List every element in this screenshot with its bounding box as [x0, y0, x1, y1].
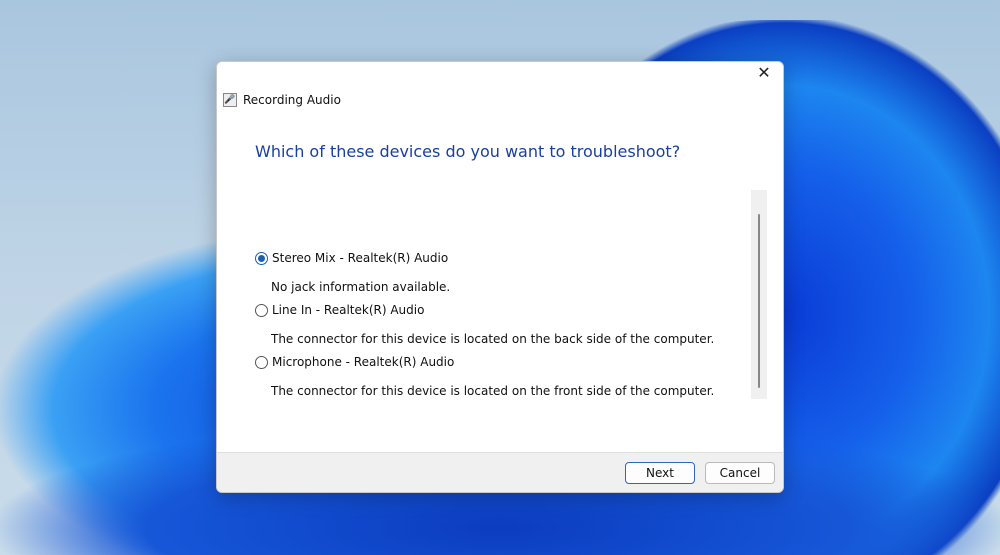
scrollbar[interactable] — [751, 190, 767, 399]
dialog-title: 🎤 Recording Audio — [223, 93, 341, 107]
dialog-title-text: Recording Audio — [243, 93, 341, 107]
option-description: No jack information available. — [271, 280, 451, 294]
option-description: The connector for this device is located… — [271, 332, 715, 346]
radio-button[interactable] — [255, 303, 268, 317]
close-button[interactable]: ✕ — [753, 64, 775, 82]
option-label: Stereo Mix - Realtek(R) Audio — [272, 251, 449, 265]
option-description: The connector for this device is located… — [271, 384, 715, 398]
troubleshooter-dialog: ✕ 🎤 Recording Audio Which of these devic… — [216, 61, 784, 493]
next-button[interactable]: Next — [625, 462, 695, 484]
microphone-icon: 🎤 — [223, 93, 237, 107]
option-microphone[interactable]: Microphone - Realtek(R) Audio — [255, 355, 454, 369]
close-icon: ✕ — [757, 63, 771, 82]
radio-button[interactable] — [255, 251, 268, 265]
scrollbar-thumb[interactable] — [758, 214, 760, 388]
radio-button[interactable] — [255, 355, 268, 369]
option-stereo-mix[interactable]: Stereo Mix - Realtek(R) Audio — [255, 251, 448, 265]
option-label: Microphone - Realtek(R) Audio — [272, 355, 455, 369]
cancel-button[interactable]: Cancel — [705, 462, 775, 484]
option-label: Line In - Realtek(R) Audio — [272, 303, 425, 317]
page-heading: Which of these devices do you want to tr… — [255, 142, 681, 161]
option-line-in[interactable]: Line In - Realtek(R) Audio — [255, 303, 424, 317]
dialog-footer: Next Cancel — [217, 452, 783, 492]
